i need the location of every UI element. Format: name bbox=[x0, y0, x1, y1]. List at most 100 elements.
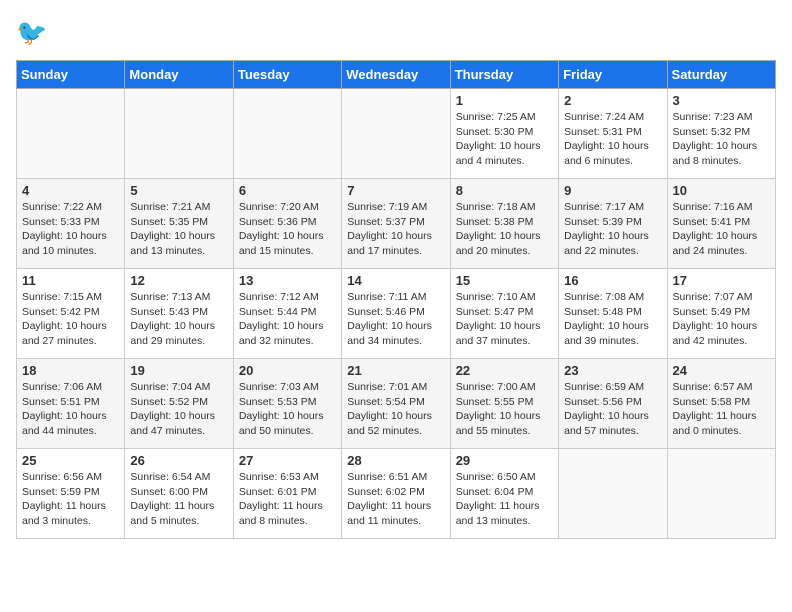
calendar-cell: 13 Sunrise: 7:12 AM Sunset: 5:44 PM Dayli… bbox=[233, 269, 341, 359]
day-number: 25 bbox=[22, 453, 119, 468]
day-number: 9 bbox=[564, 183, 661, 198]
day-info: Sunrise: 7:19 AM Sunset: 5:37 PM Dayligh… bbox=[347, 200, 444, 259]
day-info: Sunrise: 7:16 AM Sunset: 5:41 PM Dayligh… bbox=[673, 200, 770, 259]
day-info: Sunrise: 7:23 AM Sunset: 5:32 PM Dayligh… bbox=[673, 110, 770, 169]
calendar-cell: 7 Sunrise: 7:19 AM Sunset: 5:37 PM Daylig… bbox=[342, 179, 450, 269]
calendar-cell: 12 Sunrise: 7:13 AM Sunset: 5:43 PM Dayli… bbox=[125, 269, 233, 359]
day-number: 26 bbox=[130, 453, 227, 468]
day-number: 20 bbox=[239, 363, 336, 378]
day-number: 15 bbox=[456, 273, 553, 288]
calendar-cell: 6 Sunrise: 7:20 AM Sunset: 5:36 PM Daylig… bbox=[233, 179, 341, 269]
calendar-cell: 4 Sunrise: 7:22 AM Sunset: 5:33 PM Daylig… bbox=[17, 179, 125, 269]
day-number: 18 bbox=[22, 363, 119, 378]
day-info: Sunrise: 7:17 AM Sunset: 5:39 PM Dayligh… bbox=[564, 200, 661, 259]
calendar-cell: 3 Sunrise: 7:23 AM Sunset: 5:32 PM Daylig… bbox=[667, 89, 775, 179]
day-number: 21 bbox=[347, 363, 444, 378]
day-number: 8 bbox=[456, 183, 553, 198]
calendar-cell bbox=[559, 449, 667, 539]
day-info: Sunrise: 6:50 AM Sunset: 6:04 PM Dayligh… bbox=[456, 470, 553, 529]
calendar-cell: 10 Sunrise: 7:16 AM Sunset: 5:41 PM Dayli… bbox=[667, 179, 775, 269]
week-row-4: 18 Sunrise: 7:06 AM Sunset: 5:51 PM Dayli… bbox=[17, 359, 776, 449]
calendar-cell: 14Sunrise: 7:11 AM Sunset: 5:46 PM Dayli… bbox=[342, 269, 450, 359]
calendar-cell: 20 Sunrise: 7:03 AM Sunset: 5:53 PM Dayli… bbox=[233, 359, 341, 449]
day-number: 3 bbox=[673, 93, 770, 108]
calendar-cell: 24 Sunrise: 6:57 AM Sunset: 5:58 PM Dayli… bbox=[667, 359, 775, 449]
day-number: 24 bbox=[673, 363, 770, 378]
calendar-cell: 26 Sunrise: 6:54 AM Sunset: 6:00 PM Dayli… bbox=[125, 449, 233, 539]
day-number: 6 bbox=[239, 183, 336, 198]
day-number: 16 bbox=[564, 273, 661, 288]
weekday-header-sunday: Sunday bbox=[17, 61, 125, 89]
weekday-header-saturday: Saturday bbox=[667, 61, 775, 89]
day-info: Sunrise: 6:51 AM Sunset: 6:02 PM Dayligh… bbox=[347, 470, 444, 529]
svg-text:🐦: 🐦 bbox=[16, 19, 47, 47]
day-info: Sunrise: 7:25 AM Sunset: 5:30 PM Dayligh… bbox=[456, 110, 553, 169]
calendar-cell bbox=[17, 89, 125, 179]
calendar-cell: 21 Sunrise: 7:01 AM Sunset: 5:54 PM Dayli… bbox=[342, 359, 450, 449]
weekday-header-thursday: Thursday bbox=[450, 61, 558, 89]
calendar-cell bbox=[125, 89, 233, 179]
weekday-header-wednesday: Wednesday bbox=[342, 61, 450, 89]
day-info: Sunrise: 7:06 AM Sunset: 5:51 PM Dayligh… bbox=[22, 380, 119, 439]
day-number: 27 bbox=[239, 453, 336, 468]
week-row-2: 4 Sunrise: 7:22 AM Sunset: 5:33 PM Daylig… bbox=[17, 179, 776, 269]
day-number: 22 bbox=[456, 363, 553, 378]
day-number: 1 bbox=[456, 93, 553, 108]
day-info: Sunrise: 7:20 AM Sunset: 5:36 PM Dayligh… bbox=[239, 200, 336, 259]
day-info: Sunrise: 7:01 AM Sunset: 5:54 PM Dayligh… bbox=[347, 380, 444, 439]
day-info: Sunrise: 6:54 AM Sunset: 6:00 PM Dayligh… bbox=[130, 470, 227, 529]
calendar-cell bbox=[667, 449, 775, 539]
day-info: Sunrise: 6:53 AM Sunset: 6:01 PM Dayligh… bbox=[239, 470, 336, 529]
calendar-cell: 25 Sunrise: 6:56 AM Sunset: 5:59 PM Dayli… bbox=[17, 449, 125, 539]
day-info: Sunrise: 7:10 AM Sunset: 5:47 PM Dayligh… bbox=[456, 290, 553, 349]
header: 🐦 bbox=[16, 16, 776, 52]
day-info: Sunrise: 6:56 AM Sunset: 5:59 PM Dayligh… bbox=[22, 470, 119, 529]
calendar-cell: 1 Sunrise: 7:25 AM Sunset: 5:30 PM Daylig… bbox=[450, 89, 558, 179]
calendar-table: SundayMondayTuesdayWednesdayThursdayFrid… bbox=[16, 60, 776, 539]
day-number: 19 bbox=[130, 363, 227, 378]
day-number: 23 bbox=[564, 363, 661, 378]
weekday-header-friday: Friday bbox=[559, 61, 667, 89]
day-number: 2 bbox=[564, 93, 661, 108]
day-number: 10 bbox=[673, 183, 770, 198]
weekday-header-tuesday: Tuesday bbox=[233, 61, 341, 89]
calendar-cell: 22Sunrise: 7:00 AM Sunset: 5:55 PM Dayli… bbox=[450, 359, 558, 449]
weekday-header-monday: Monday bbox=[125, 61, 233, 89]
day-number: 13 bbox=[239, 273, 336, 288]
logo-icon: 🐦 bbox=[16, 16, 52, 52]
calendar-cell bbox=[233, 89, 341, 179]
calendar-cell: 9 Sunrise: 7:17 AM Sunset: 5:39 PM Daylig… bbox=[559, 179, 667, 269]
day-info: Sunrise: 7:18 AM Sunset: 5:38 PM Dayligh… bbox=[456, 200, 553, 259]
day-number: 11 bbox=[22, 273, 119, 288]
week-row-5: 25 Sunrise: 6:56 AM Sunset: 5:59 PM Dayli… bbox=[17, 449, 776, 539]
calendar-cell: 11Sunrise: 7:15 AM Sunset: 5:42 PM Dayli… bbox=[17, 269, 125, 359]
calendar-cell: 29 Sunrise: 6:50 AM Sunset: 6:04 PM Dayli… bbox=[450, 449, 558, 539]
weekday-header-row: SundayMondayTuesdayWednesdayThursdayFrid… bbox=[17, 61, 776, 89]
day-info: Sunrise: 7:22 AM Sunset: 5:33 PM Dayligh… bbox=[22, 200, 119, 259]
day-number: 7 bbox=[347, 183, 444, 198]
calendar-cell: 2Sunrise: 7:24 AM Sunset: 5:31 PM Daylig… bbox=[559, 89, 667, 179]
logo: 🐦 bbox=[16, 16, 56, 52]
day-info: Sunrise: 7:21 AM Sunset: 5:35 PM Dayligh… bbox=[130, 200, 227, 259]
calendar-cell: 17 Sunrise: 7:07 AM Sunset: 5:49 PM Dayli… bbox=[667, 269, 775, 359]
day-number: 14 bbox=[347, 273, 444, 288]
calendar-cell: 18 Sunrise: 7:06 AM Sunset: 5:51 PM Dayli… bbox=[17, 359, 125, 449]
day-number: 17 bbox=[673, 273, 770, 288]
day-info: Sunrise: 7:07 AM Sunset: 5:49 PM Dayligh… bbox=[673, 290, 770, 349]
day-info: Sunrise: 6:59 AM Sunset: 5:56 PM Dayligh… bbox=[564, 380, 661, 439]
day-info: Sunrise: 7:04 AM Sunset: 5:52 PM Dayligh… bbox=[130, 380, 227, 439]
day-info: Sunrise: 7:03 AM Sunset: 5:53 PM Dayligh… bbox=[239, 380, 336, 439]
calendar-cell: 28 Sunrise: 6:51 AM Sunset: 6:02 PM Dayli… bbox=[342, 449, 450, 539]
day-info: Sunrise: 6:57 AM Sunset: 5:58 PM Dayligh… bbox=[673, 380, 770, 439]
calendar-cell: 23 Sunrise: 6:59 AM Sunset: 5:56 PM Dayli… bbox=[559, 359, 667, 449]
day-number: 29 bbox=[456, 453, 553, 468]
day-info: Sunrise: 7:12 AM Sunset: 5:44 PM Dayligh… bbox=[239, 290, 336, 349]
day-number: 12 bbox=[130, 273, 227, 288]
calendar-cell: 19 Sunrise: 7:04 AM Sunset: 5:52 PM Dayli… bbox=[125, 359, 233, 449]
day-number: 4 bbox=[22, 183, 119, 198]
day-info: Sunrise: 7:13 AM Sunset: 5:43 PM Dayligh… bbox=[130, 290, 227, 349]
calendar-cell: 5Sunrise: 7:21 AM Sunset: 5:35 PM Daylig… bbox=[125, 179, 233, 269]
day-number: 28 bbox=[347, 453, 444, 468]
calendar-cell: 16Sunrise: 7:08 AM Sunset: 5:48 PM Dayli… bbox=[559, 269, 667, 359]
calendar-cell: 27 Sunrise: 6:53 AM Sunset: 6:01 PM Dayli… bbox=[233, 449, 341, 539]
